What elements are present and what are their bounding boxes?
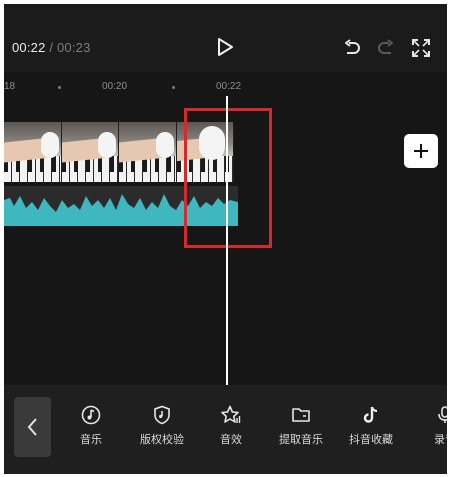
tool-label: 版权校验 [140, 434, 184, 446]
redo-icon [378, 39, 393, 54]
audio-toolbar: 音乐 版权校验 音效 提取音乐 抖音收藏 录 [4, 385, 447, 474]
ruler-label: 00:20 [102, 81, 128, 92]
tool-label: 抖音收藏 [349, 434, 393, 446]
video-thumbnail [4, 122, 62, 182]
ruler-label: 00:22 [216, 81, 242, 92]
total-duration: 00:23 [56, 40, 91, 55]
undo-icon [345, 39, 360, 54]
ruler-label: 18 [4, 81, 16, 92]
tool-extract-music[interactable]: 提取音乐 [270, 405, 332, 455]
ruler-tick [58, 86, 61, 89]
tool-sound-effects[interactable]: 音效 [200, 405, 262, 455]
tool-douyin-favorites[interactable]: 抖音收藏 [340, 405, 402, 455]
tool-label: 音乐 [80, 434, 102, 446]
redo-button[interactable] [376, 38, 396, 58]
highlight-annotation-box [184, 108, 272, 248]
chevron-left-icon [27, 418, 37, 436]
microphone-icon [438, 406, 447, 423]
fullscreen-icon [412, 39, 430, 57]
time-separator: / [49, 40, 54, 55]
folder-icon [292, 408, 310, 422]
video-thumbnail [61, 122, 119, 182]
tool-label: 录音 [434, 434, 447, 446]
play-icon [218, 38, 233, 56]
video-thumbnail [119, 122, 177, 182]
editor-topbar: 00:22 / 00:23 [4, 4, 447, 72]
current-time: 00:22 [12, 40, 46, 55]
douyin-icon [363, 406, 378, 423]
fullscreen-button[interactable] [411, 38, 431, 58]
time-display: 00:22 / 00:23 [12, 40, 91, 55]
sound-effect-icon [221, 405, 241, 423]
tool-record-audio[interactable]: 录音 [414, 405, 447, 455]
play-button[interactable] [214, 36, 236, 58]
video-editor-app: 00:22 / 00:23 18 00:20 00:22 音乐 版权校验 音效 … [4, 4, 447, 474]
back-button[interactable] [14, 397, 51, 457]
tool-music[interactable]: 音乐 [60, 405, 122, 455]
ruler-tick [172, 86, 175, 89]
music-note-icon [81, 405, 101, 425]
tool-label: 音效 [220, 434, 242, 446]
copyright-shield-icon [154, 405, 170, 425]
undo-button[interactable] [342, 38, 362, 58]
tool-copyright-check[interactable]: 版权校验 [131, 405, 193, 455]
add-clip-button[interactable] [404, 134, 438, 168]
tool-label: 提取音乐 [279, 434, 323, 446]
playhead-line[interactable] [226, 96, 228, 386]
